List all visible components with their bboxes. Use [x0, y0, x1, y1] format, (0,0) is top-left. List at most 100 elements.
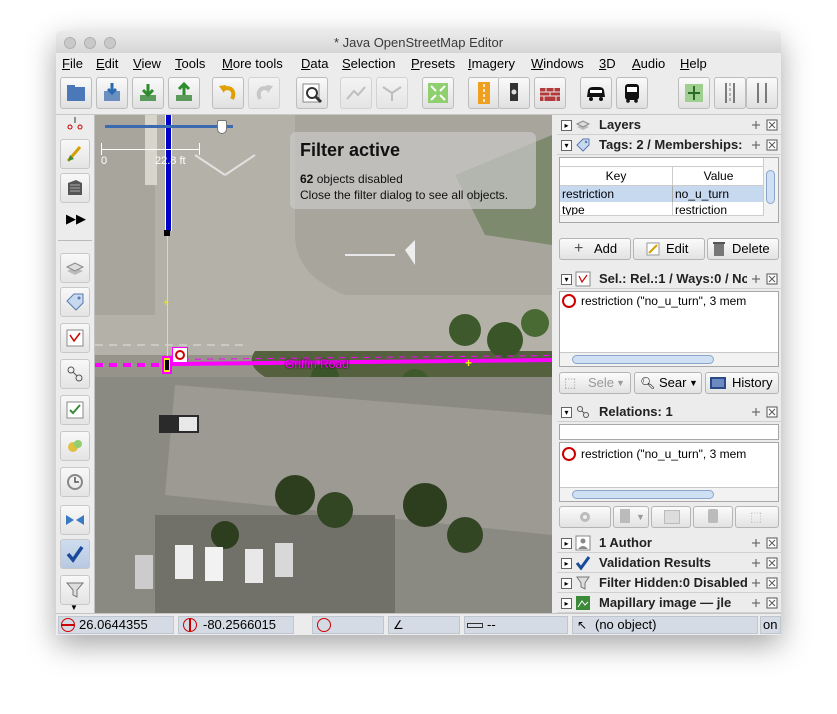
collapse-relations-toggle[interactable]: ▾ — [561, 407, 572, 418]
relations-hscroll[interactable] — [560, 487, 778, 501]
panel-controls-icon[interactable] — [749, 537, 779, 549]
edit-relation-button[interactable]: ▼ — [613, 506, 649, 528]
map-view[interactable]: + + Griffin Road 0 22.8 ft Filter active… — [95, 115, 552, 613]
panel-controls-icon[interactable] — [749, 557, 779, 569]
menu-imagery[interactable]: Imagery — [468, 56, 515, 71]
lane-button[interactable] — [714, 77, 746, 109]
expand-mapillary-toggle[interactable]: ▸ — [561, 598, 572, 609]
select-button[interactable]: ⬚ Sele ▼ — [559, 372, 631, 394]
menu-selection[interactable]: Selection — [342, 56, 395, 71]
download-button[interactable] — [132, 77, 164, 109]
delete-relation-button[interactable] — [693, 506, 733, 528]
history-button[interactable]: History — [705, 372, 779, 394]
tags-panel-header[interactable]: ▾ Tags: 2 / Memberships: — [557, 135, 781, 155]
col-value-header[interactable]: Value — [673, 167, 764, 186]
author-panel-header[interactable]: ▸ 1 Author — [557, 533, 781, 553]
bus-preset-button[interactable] — [616, 77, 648, 109]
toggle-merge-button[interactable] — [60, 505, 90, 535]
toggle-validation-button[interactable] — [60, 539, 90, 569]
tags-vscroll-thumb[interactable] — [766, 170, 775, 204]
zoom-to-data-button[interactable] — [422, 77, 454, 109]
tags-vscroll[interactable] — [763, 158, 778, 222]
collapse-tags-toggle[interactable]: ▾ — [561, 140, 572, 151]
expand-layers-toggle[interactable]: ▸ — [561, 120, 572, 131]
add-tag-button[interactable]: + Add — [559, 238, 631, 260]
way-midpoint-icon[interactable]: + — [163, 298, 169, 309]
road-preset-button[interactable] — [468, 77, 500, 109]
selection-panel-header[interactable]: ▾ Sel.: Rel.:1 / Ways:0 / No — [557, 269, 781, 289]
road-edge-button[interactable] — [746, 77, 778, 109]
expand-filter-toggle[interactable]: ▸ — [561, 578, 572, 589]
panel-controls-icon[interactable] — [749, 406, 779, 418]
selection-hscroll[interactable] — [560, 352, 778, 366]
traffic-signal-preset-button[interactable] — [498, 77, 530, 109]
mapillary-panel-header[interactable]: ▸ Mapillary image — jle — [557, 593, 781, 613]
zoom-search-button[interactable] — [296, 77, 328, 109]
toggle-author-button[interactable] — [60, 395, 90, 425]
search-button[interactable]: 🔍︎ Sear ▼ — [634, 372, 702, 394]
scroll-down-icon[interactable]: ▼ — [70, 603, 78, 612]
panel-controls-icon[interactable] — [749, 273, 779, 285]
menu-presets[interactable]: Presets — [411, 56, 455, 71]
select-relation-button[interactable]: ⬚ — [735, 506, 779, 528]
panel-controls-icon[interactable] — [749, 577, 779, 589]
traffic-signal-node[interactable] — [162, 356, 172, 374]
layers-panel-header[interactable]: ▸ Layers — [557, 115, 781, 135]
menu-more-tools[interactable]: More tools — [222, 56, 283, 71]
menu-audio[interactable]: Audio — [632, 56, 665, 71]
edit-tag-button[interactable]: Edit — [633, 238, 705, 260]
panel-controls-icon[interactable] — [749, 139, 779, 151]
menu-edit[interactable]: Edit — [96, 56, 118, 71]
car-preset-button[interactable] — [580, 77, 612, 109]
barrier-preset-button[interactable] — [534, 77, 566, 109]
new-relation-button[interactable] — [559, 506, 611, 528]
zoom-slider-track[interactable] — [105, 125, 233, 128]
imagery-offset-button[interactable] — [678, 77, 710, 109]
delete-tag-button[interactable]: Delete — [707, 238, 779, 260]
toggle-history-button[interactable] — [60, 467, 90, 497]
menu-windows[interactable]: Windows — [531, 56, 584, 71]
open-location-button[interactable] — [96, 77, 128, 109]
selection-hscroll-thumb[interactable] — [572, 355, 714, 364]
menu-data[interactable]: Data — [301, 56, 328, 71]
tag-row[interactable]: restriction no_u_turn — [560, 186, 764, 202]
relation-way-west[interactable] — [95, 363, 165, 367]
toggle-filter-button[interactable] — [60, 575, 90, 605]
filter-panel-header[interactable]: ▸ Filter Hidden:0 Disabled — [557, 573, 781, 593]
toggle-tags-button[interactable] — [60, 287, 90, 317]
panel-controls-icon[interactable] — [749, 597, 779, 609]
no-u-turn-icon[interactable] — [172, 347, 188, 363]
list-item[interactable]: restriction ("no_u_turn", 3 mem — [560, 292, 778, 310]
menu-view[interactable]: View — [133, 56, 161, 71]
combine-way-button[interactable] — [376, 77, 408, 109]
selected-way-blue[interactable] — [165, 115, 172, 231]
undo-button[interactable] — [212, 77, 244, 109]
collapse-selection-toggle[interactable]: ▾ — [561, 274, 572, 285]
draw-mode-button[interactable] — [60, 139, 90, 169]
toggle-selection-button[interactable] — [60, 323, 90, 353]
col-key-header[interactable]: Key — [560, 167, 673, 186]
way-node[interactable] — [164, 230, 170, 236]
relations-filter-input[interactable] — [559, 424, 779, 440]
validation-panel-header[interactable]: ▸ Validation Results — [557, 553, 781, 573]
relations-panel-header[interactable]: ▾ Relations: 1 — [557, 402, 781, 422]
tags-hscroll[interactable] — [560, 215, 764, 222]
list-item[interactable]: restriction ("no_u_turn", 3 mem — [560, 445, 778, 463]
menu-3d[interactable]: 3D — [599, 56, 616, 71]
redo-button[interactable] — [248, 77, 280, 109]
relations-hscroll-thumb[interactable] — [572, 490, 714, 499]
relation-midpoint-icon[interactable]: + — [465, 356, 472, 370]
open-button[interactable] — [60, 77, 92, 109]
upload-button[interactable] — [168, 77, 200, 109]
toggle-conflict-button[interactable] — [60, 431, 90, 461]
expand-author-toggle[interactable]: ▸ — [561, 538, 572, 549]
panel-controls-icon[interactable] — [749, 119, 779, 131]
building-mode-button[interactable] — [60, 173, 90, 203]
split-way-button[interactable] — [340, 77, 372, 109]
expand-validation-toggle[interactable]: ▸ — [561, 558, 572, 569]
duplicate-relation-button[interactable] — [651, 506, 691, 528]
more-tools-arrow-icon[interactable]: ▶▶ — [66, 211, 86, 227]
menu-tools[interactable]: Tools — [175, 56, 205, 71]
menu-help[interactable]: Help — [680, 56, 707, 71]
toggle-relations-button[interactable] — [60, 359, 90, 389]
